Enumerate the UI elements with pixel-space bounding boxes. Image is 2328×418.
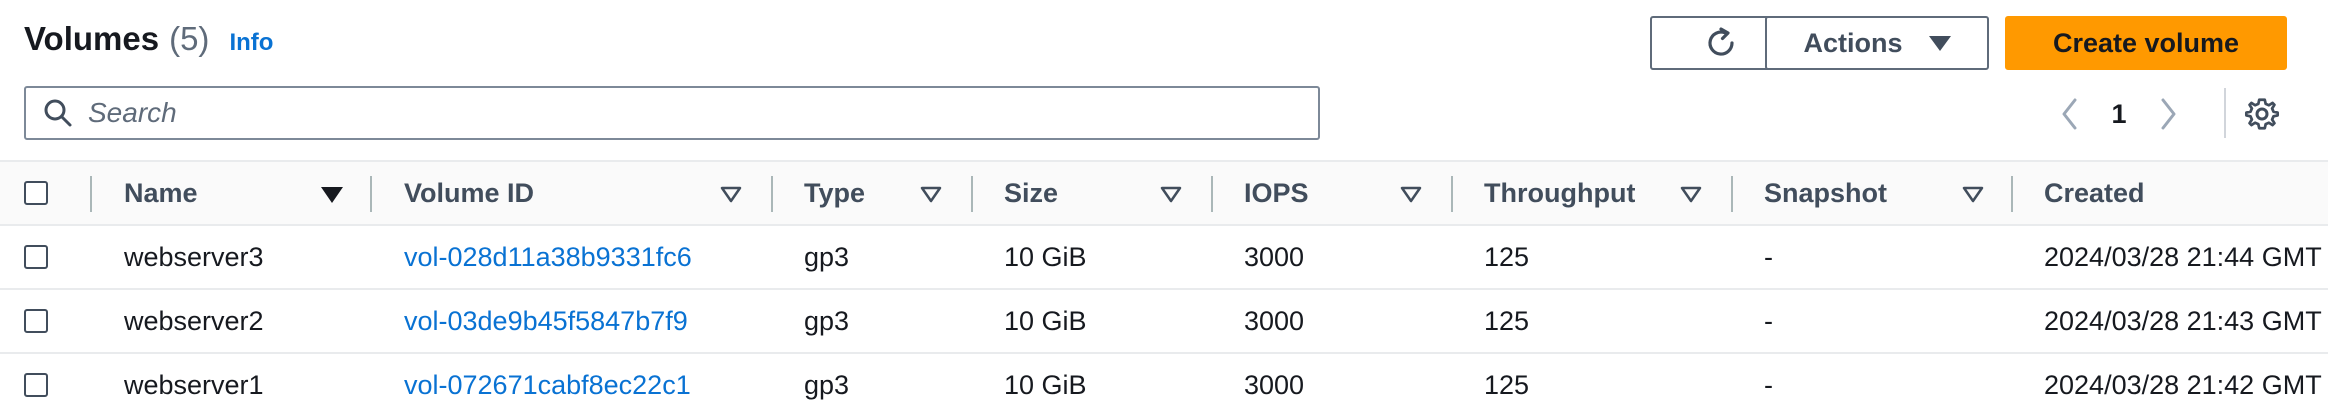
row-select-cell	[24, 290, 48, 352]
create-volume-button[interactable]: Create volume	[2005, 16, 2287, 70]
volume-id-link[interactable]: vol-028d11a38b9331fc6	[404, 226, 692, 288]
volume-id-link[interactable]: vol-03de9b45f5847b7f9	[404, 290, 688, 352]
sort-icon[interactable]	[720, 186, 742, 203]
previous-page-button[interactable]	[2050, 92, 2090, 136]
cell-snapshot: -	[1764, 305, 1773, 336]
info-link[interactable]: Info	[229, 29, 273, 57]
column-divider	[2011, 176, 2013, 212]
sort-desc-icon[interactable]	[320, 186, 344, 204]
sort-icon[interactable]	[1400, 186, 1422, 203]
row-select-cell	[24, 354, 48, 416]
column-divider	[1211, 176, 1213, 212]
row-checkbox[interactable]	[24, 373, 48, 397]
cell-type: gp3	[804, 241, 850, 272]
row-select-cell	[24, 226, 48, 288]
volumes-page: Volumes (5) Info Actions Create volume 1	[0, 0, 2328, 418]
volume-id-link[interactable]: vol-072671cabf8ec22c1	[404, 354, 691, 416]
sort-icon[interactable]	[1962, 186, 1984, 203]
cell-size: 10 GiB	[1004, 241, 1087, 272]
column-header-size[interactable]: Size	[1004, 162, 1058, 224]
pager-divider	[2224, 88, 2226, 138]
table-row[interactable]: webserver1 vol-072671cabf8ec22c1 gp3 10 …	[0, 352, 2328, 416]
sort-icon[interactable]	[1160, 186, 1182, 203]
cell-snapshot: -	[1764, 369, 1773, 400]
select-all-cell	[24, 162, 48, 224]
column-divider	[971, 176, 973, 212]
page-number[interactable]: 1	[2090, 99, 2148, 130]
sort-icon[interactable]	[920, 186, 942, 203]
cell-size: 10 GiB	[1004, 305, 1087, 336]
column-divider	[90, 176, 92, 212]
column-header-throughput[interactable]: Throughput	[1484, 162, 1635, 224]
column-divider	[1451, 176, 1453, 212]
column-divider	[771, 176, 773, 212]
refresh-icon	[1708, 27, 1734, 56]
column-header-created[interactable]: Created	[2044, 162, 2145, 224]
column-header-snapshot[interactable]: Snapshot	[1764, 162, 1887, 224]
cell-throughput: 125	[1484, 241, 1530, 272]
preferences-button[interactable]	[2240, 92, 2284, 136]
create-volume-label: Create volume	[2052, 27, 2240, 58]
column-header-type[interactable]: Type	[804, 162, 865, 224]
gear-icon	[2244, 98, 2280, 130]
cell-iops: 3000	[1244, 305, 1305, 336]
actions-button[interactable]: Actions	[1765, 16, 1989, 70]
cell-type: gp3	[804, 369, 850, 400]
cell-created: 2024/03/28 21:43 GMT	[2044, 305, 2322, 336]
page-title: Volumes	[24, 20, 160, 57]
search-input[interactable]	[86, 96, 1270, 130]
row-checkbox[interactable]	[24, 309, 48, 333]
pagination: 1	[2050, 92, 2188, 136]
chevron-right-icon	[2161, 98, 2176, 130]
column-divider	[1731, 176, 1733, 212]
table-header-row: Name Volume ID Type Size IOPS Throughput…	[0, 160, 2328, 224]
page-header: Volumes (5) Info	[24, 20, 273, 66]
cell-size: 10 GiB	[1004, 369, 1087, 400]
sort-icon[interactable]	[1680, 186, 1702, 203]
select-all-checkbox[interactable]	[24, 181, 48, 205]
caret-down-icon	[1928, 35, 1951, 51]
volume-count: (5)	[169, 20, 210, 57]
column-divider	[370, 176, 372, 212]
cell-name: webserver1	[124, 369, 264, 400]
cell-name: webserver2	[124, 305, 264, 336]
search-box	[24, 86, 1320, 140]
cell-name: webserver3	[124, 241, 264, 272]
table-row[interactable]: webserver3 vol-028d11a38b9331fc6 gp3 10 …	[0, 224, 2328, 288]
cell-iops: 3000	[1244, 369, 1305, 400]
chevron-left-icon	[2062, 98, 2077, 130]
row-checkbox[interactable]	[24, 245, 48, 269]
column-header-volume-id[interactable]: Volume ID	[404, 162, 534, 224]
cell-iops: 3000	[1244, 241, 1305, 272]
actions-label: Actions	[1803, 27, 1903, 58]
next-page-button[interactable]	[2148, 92, 2188, 136]
cell-type: gp3	[804, 305, 850, 336]
cell-throughput: 125	[1484, 369, 1530, 400]
volumes-table: Name Volume ID Type Size IOPS Throughput…	[0, 160, 2328, 416]
column-header-name[interactable]: Name	[124, 162, 198, 224]
column-header-iops[interactable]: IOPS	[1244, 162, 1309, 224]
cell-created: 2024/03/28 21:42 GMT	[2044, 369, 2322, 400]
cell-snapshot: -	[1764, 241, 1773, 272]
table-row[interactable]: webserver2 vol-03de9b45f5847b7f9 gp3 10 …	[0, 288, 2328, 352]
cell-throughput: 125	[1484, 305, 1530, 336]
search-icon	[44, 99, 72, 127]
cell-created: 2024/03/28 21:44 GMT	[2044, 241, 2322, 272]
